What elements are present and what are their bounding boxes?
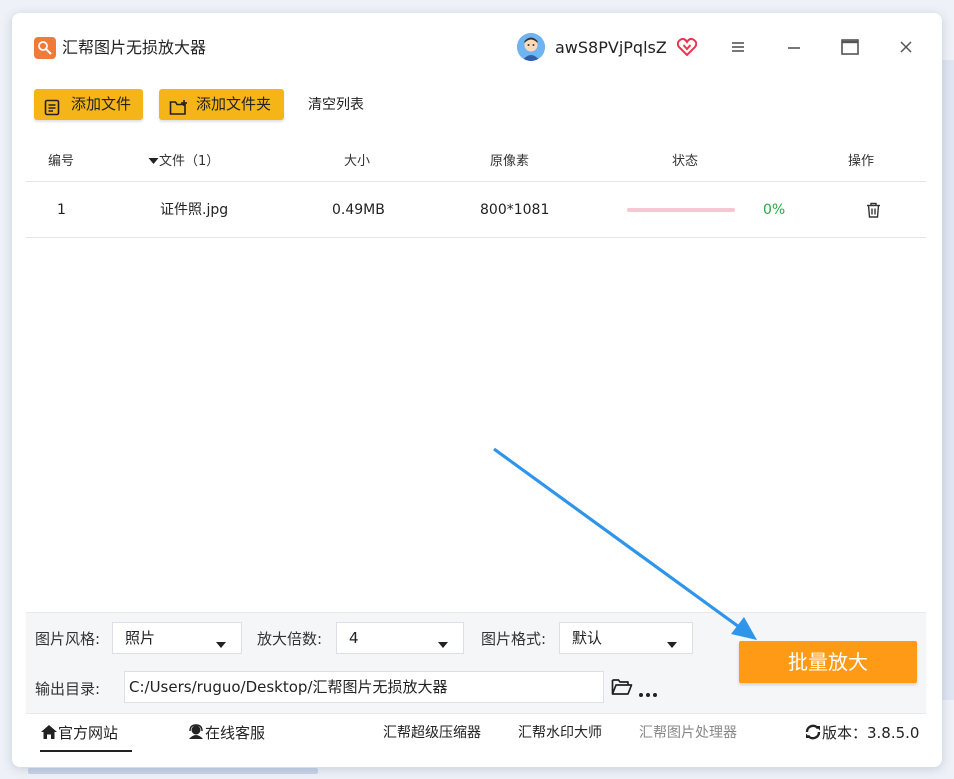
add-file-label: 添加文件 [71,95,132,113]
refresh-icon [804,724,822,742]
footer-bar: 官方网站 在线客服 汇帮超级压缩器 汇帮水印大师 汇帮图片处理器 版本：3.8.… [26,713,926,754]
active-tab-indicator [40,750,132,752]
clear-list-button[interactable]: 清空列表 [308,95,364,115]
link-image-processor[interactable]: 汇帮图片处理器 [639,723,737,743]
close-icon[interactable] [894,35,918,59]
header-size[interactable]: 大小 [344,153,370,171]
add-file-button[interactable]: 添加文件 [34,89,143,120]
output-path-input[interactable]: C:/Users/ruguo/Desktop/汇帮图片无损放大器 [124,671,604,703]
add-folder-label: 添加文件夹 [196,95,272,113]
header-index[interactable]: 编号 [48,153,74,171]
folder-icon[interactable] [611,678,633,700]
row-pixels: 800*1081 [480,202,550,218]
header-actions: 操作 [848,154,875,169]
online-service-link[interactable]: 在线客服 [187,723,265,743]
maximize-icon[interactable] [838,35,862,59]
row-index: 1 [57,202,66,218]
chevron-down-icon [437,634,449,653]
batch-enlarge-button[interactable]: 批量放大 [739,641,917,683]
chevron-down-icon [666,634,678,653]
app-logo-icon [34,37,56,59]
home-icon [40,724,58,742]
scale-select[interactable]: 4 [336,622,464,654]
official-website-link[interactable]: 官方网站 [40,723,118,743]
online-service-label: 在线客服 [205,724,266,742]
avatar[interactable] [517,33,545,61]
style-value: 照片 [125,629,156,647]
header-pixels[interactable]: 原像素 [490,153,529,171]
add-folder-icon [169,96,189,127]
header-file[interactable]: 文件（1） [148,153,219,171]
link-watermark[interactable]: 汇帮水印大师 [518,723,602,743]
username[interactable]: awS8PVjPqlsZ [555,37,667,59]
sort-caret-icon [148,154,159,169]
scale-value: 4 [349,629,359,647]
link-compressor[interactable]: 汇帮超级压缩器 [383,723,481,743]
more-icon[interactable] [638,683,658,702]
style-select[interactable]: 照片 [112,622,242,654]
row-filename: 证件照.jpg [160,202,229,218]
progress-bar [627,208,735,212]
taskbar-fragment [28,768,318,774]
add-folder-button[interactable]: 添加文件夹 [159,89,284,120]
desktop-background [942,60,954,700]
row-size: 0.49MB [332,202,385,218]
format-label: 图片格式: [481,630,547,648]
table-header: 编号 文件（1） 大小 原像素 状态 操作 [26,143,926,182]
title-bar: 汇帮图片无损放大器 awS8PVjPqlsZ [12,13,942,71]
progress-percent: 0% [763,202,786,218]
trash-icon[interactable] [866,202,881,222]
add-file-icon [44,96,62,127]
minimize-icon[interactable] [782,35,806,59]
output-label: 输出目录: [35,680,101,698]
header-status: 状态 [672,154,699,169]
vip-heart-icon[interactable] [676,37,698,60]
format-select[interactable]: 默认 [559,622,693,654]
version-label: 版本：3.8.5.0 [822,724,920,742]
header-file-label: 文件（1） [159,154,220,169]
settings-panel: 图片风格: 照片 放大倍数: 4 图片格式: 默认 输出目录: C:/Users… [26,612,926,713]
format-value: 默认 [572,629,603,647]
scale-label: 放大倍数: [257,630,323,648]
headset-icon [187,724,205,742]
app-title: 汇帮图片无损放大器 [62,38,207,57]
official-website-label: 官方网站 [58,724,119,742]
version-info[interactable]: 版本：3.8.5.0 [804,723,919,743]
style-label: 图片风格: [35,630,101,648]
chevron-down-icon [215,634,227,653]
table-row[interactable]: 1 证件照.jpg 0.49MB 800*1081 0% [26,182,926,238]
app-window: 汇帮图片无损放大器 awS8PVjPqlsZ 添加文件 添加文件夹 清空列表 编… [12,13,942,767]
menu-icon[interactable] [726,35,750,59]
